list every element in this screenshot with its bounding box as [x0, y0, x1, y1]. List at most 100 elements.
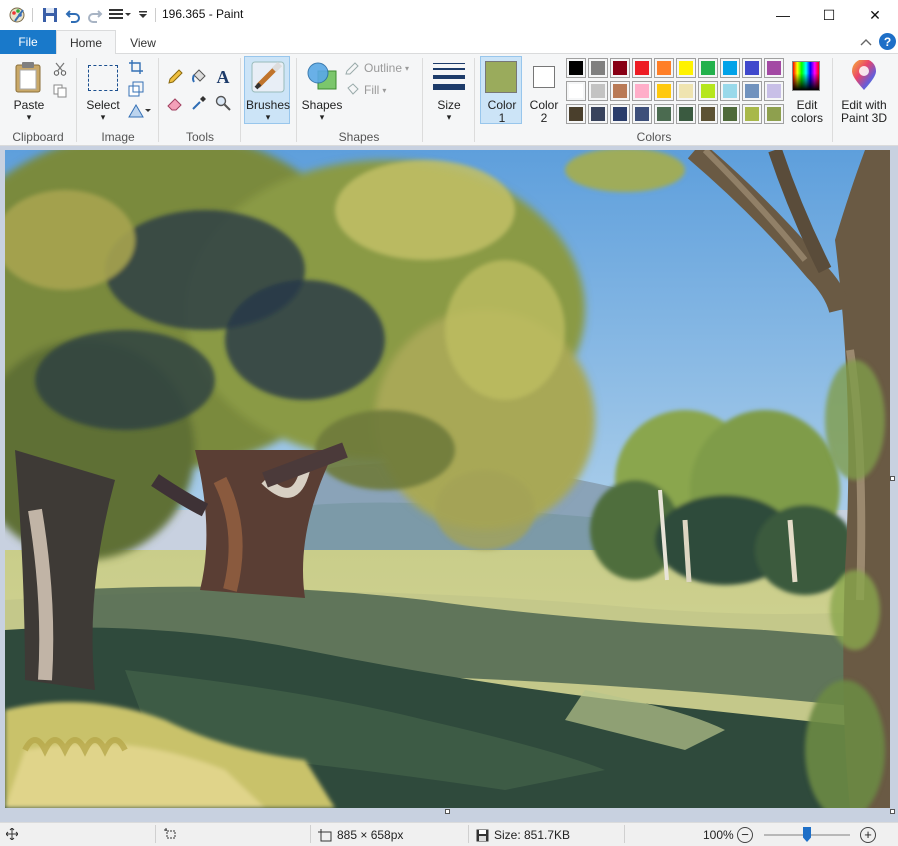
palette-swatch[interactable] — [720, 104, 740, 124]
palette-swatch[interactable] — [676, 104, 696, 124]
resize-handle-right[interactable] — [890, 476, 895, 481]
copy-icon[interactable] — [51, 82, 69, 100]
shapes-dropdown-icon[interactable]: ▾ — [301, 111, 343, 124]
palette-swatch[interactable] — [588, 81, 608, 101]
quick-access-divider — [32, 8, 33, 22]
palette-swatch[interactable] — [566, 104, 586, 124]
palette-swatch[interactable] — [698, 58, 718, 78]
fill-label: Fill — [364, 83, 380, 97]
palette-swatch[interactable] — [610, 81, 630, 101]
color1-button[interactable]: Color 1 — [480, 56, 522, 125]
select-button[interactable]: Select ▾ — [80, 56, 124, 124]
magnifier-icon[interactable] — [214, 94, 232, 112]
paint-app-icon[interactable] — [6, 5, 28, 25]
status-divider — [310, 825, 311, 843]
undo-icon[interactable] — [63, 5, 83, 25]
color2-button[interactable]: Color 2 — [524, 56, 562, 125]
palette-swatch[interactable] — [610, 104, 630, 124]
resize-icon[interactable] — [127, 80, 145, 98]
palette-swatch[interactable] — [764, 104, 784, 124]
brushes-button[interactable]: Brushes ▾ — [244, 56, 290, 124]
customize-ribbon-icon[interactable] — [108, 5, 132, 25]
palette-swatch-color — [657, 84, 671, 98]
zoom-slider-thumb[interactable] — [803, 827, 811, 842]
palette-swatch[interactable] — [720, 58, 740, 78]
palette-swatch[interactable] — [588, 104, 608, 124]
zoom-in-button[interactable]: + — [860, 827, 876, 843]
cut-icon[interactable] — [51, 60, 69, 78]
status-divider — [624, 825, 625, 843]
palette-swatch[interactable] — [654, 81, 674, 101]
palette-swatch-color — [635, 61, 649, 75]
fill-bucket-icon[interactable] — [190, 68, 208, 86]
drawing-canvas[interactable] — [5, 150, 890, 808]
image-dimensions: 885 × 658px — [318, 828, 403, 842]
image-dimensions-text: 885 × 658px — [337, 828, 404, 842]
image-group-label: Image — [101, 130, 135, 144]
palette-swatch-color — [679, 84, 693, 98]
palette-swatch[interactable] — [610, 58, 630, 78]
eraser-icon[interactable] — [166, 94, 184, 112]
minimize-button[interactable]: — — [760, 0, 806, 30]
palette-swatch-color — [613, 61, 627, 75]
palette-swatch-color — [613, 107, 627, 121]
palette-swatch[interactable] — [698, 104, 718, 124]
customize-quick-access-icon[interactable] — [136, 5, 150, 25]
palette-swatch[interactable] — [632, 104, 652, 124]
resize-handle-corner[interactable] — [890, 809, 895, 814]
size-dropdown-icon[interactable]: ▾ — [427, 111, 471, 124]
edit-colors-button[interactable]: Edit colors — [786, 56, 826, 125]
palette-swatch[interactable] — [676, 58, 696, 78]
collapse-ribbon-icon[interactable] — [858, 34, 874, 50]
shapes-button[interactable]: Shapes ▾ — [300, 56, 342, 124]
zoom-out-button[interactable]: − — [737, 827, 753, 843]
title-divider — [155, 8, 156, 22]
pencil-icon[interactable] — [166, 68, 184, 86]
resize-handle-bottom[interactable] — [445, 809, 450, 814]
maximize-button[interactable]: ☐ — [806, 0, 852, 30]
palette-swatch[interactable] — [654, 104, 674, 124]
save-icon[interactable] — [40, 5, 60, 25]
color-picker-icon[interactable] — [190, 94, 208, 112]
redo-icon[interactable] — [85, 5, 105, 25]
palette-swatch[interactable] — [742, 81, 762, 101]
zoom-level-text: 100% — [703, 828, 734, 842]
outline-button[interactable]: Outline ▾ — [345, 61, 409, 75]
palette-swatch[interactable] — [676, 81, 696, 101]
close-button[interactable]: ✕ — [852, 0, 898, 30]
palette-swatch[interactable] — [588, 58, 608, 78]
palette-swatch[interactable] — [698, 81, 718, 101]
paste-button[interactable]: Paste ▾ — [6, 56, 50, 124]
title-bar: 196.365 - Paint — ☐ ✕ — [0, 0, 898, 30]
palette-swatch-color — [723, 84, 737, 98]
paste-dropdown-icon[interactable]: ▾ — [7, 111, 51, 124]
palette-swatch[interactable] — [720, 81, 740, 101]
tab-view[interactable]: View — [118, 30, 168, 55]
cursor-position-icon — [6, 828, 18, 840]
palette-swatch[interactable] — [764, 58, 784, 78]
palette-swatch-color — [635, 107, 649, 121]
palette-swatch[interactable] — [742, 104, 762, 124]
help-icon[interactable]: ? — [879, 33, 896, 50]
rotate-icon[interactable] — [127, 102, 153, 120]
palette-swatch[interactable] — [632, 58, 652, 78]
select-dropdown-icon[interactable]: ▾ — [81, 111, 125, 124]
palette-swatch[interactable] — [632, 81, 652, 101]
tab-file[interactable]: File — [0, 30, 56, 54]
palette-swatch[interactable] — [654, 58, 674, 78]
crop-icon[interactable] — [127, 58, 145, 76]
ribbon-tabs: File Home View ? — [0, 30, 898, 55]
fill-button[interactable]: Fill ▾ — [345, 83, 386, 97]
text-tool-icon[interactable]: A — [214, 67, 232, 87]
edit-with-paint3d-button[interactable]: Edit with Paint 3D — [836, 56, 890, 125]
brushes-dropdown-icon[interactable]: ▾ — [245, 111, 291, 124]
palette-swatch-color — [767, 84, 781, 98]
tab-home[interactable]: Home — [56, 30, 116, 55]
size-button[interactable]: Size ▾ — [426, 56, 470, 124]
palette-swatch[interactable] — [742, 58, 762, 78]
palette-swatch-color — [745, 107, 759, 121]
palette-swatch-color — [701, 84, 715, 98]
palette-swatch[interactable] — [764, 81, 784, 101]
palette-swatch[interactable] — [566, 81, 586, 101]
palette-swatch[interactable] — [566, 58, 586, 78]
